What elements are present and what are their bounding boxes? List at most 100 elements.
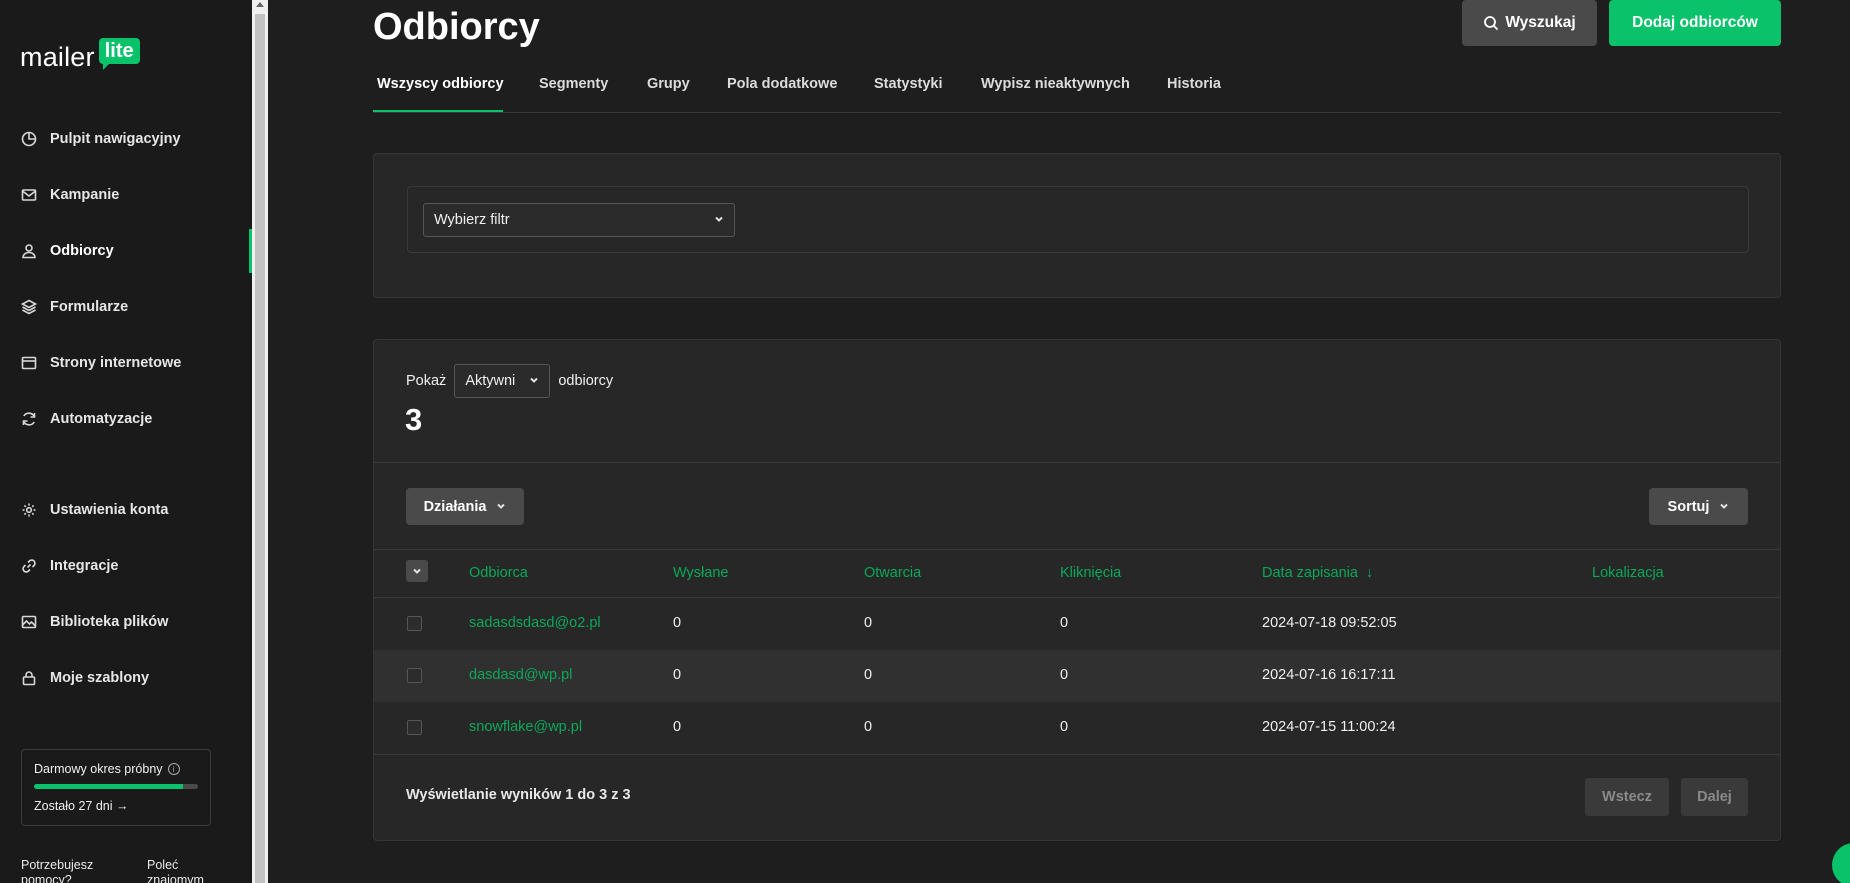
logo-word: mailer	[20, 42, 95, 72]
page-title: Odbiorcy	[373, 6, 540, 48]
filter-placeholder: Wybierz filtr	[434, 212, 510, 228]
filter-container: Wybierz filtr	[407, 186, 1749, 253]
chat-widget-button[interactable]	[1832, 843, 1850, 883]
tab-unsubscribe-inactive[interactable]: Wypisz nieaktywnych	[981, 72, 1130, 113]
show-label: Pokaż	[406, 373, 447, 389]
select-all-checkbox[interactable]	[406, 560, 428, 582]
sidebar: mailer lite Pulpit nawigacyjny Kampanie …	[0, 0, 252, 883]
status-select[interactable]: Aktywni	[454, 364, 551, 398]
divider	[374, 462, 1780, 463]
column-header-subscribed-date[interactable]: Data zapisania ↓	[1262, 565, 1373, 581]
column-header-opens[interactable]: Otwarcia	[864, 565, 921, 581]
sidebar-item-label: Integracje	[50, 558, 119, 574]
tab-custom-fields[interactable]: Pola dodatkowe	[727, 72, 837, 113]
sort-label: Sortuj	[1667, 498, 1710, 515]
image-icon	[20, 613, 38, 631]
mail-icon	[20, 186, 38, 204]
tab-history[interactable]: Historia	[1167, 72, 1221, 113]
row-email[interactable]: dasdasd@wp.pl	[469, 667, 572, 683]
table-row[interactable]: snowflake@wp.pl 0 0 0 2024-07-15 11:00:2…	[374, 702, 1780, 754]
sidebar-item-automations[interactable]: Automatyzacje	[20, 405, 152, 433]
row-clicks: 0	[1060, 615, 1069, 631]
sidebar-item-file-library[interactable]: Biblioteka plików	[20, 608, 168, 636]
row-clicks: 0	[1060, 667, 1069, 683]
trial-title-text: Darmowy okres próbny	[34, 762, 163, 776]
column-header-subscriber[interactable]: Odbiorca	[469, 565, 528, 581]
row-sent: 0	[673, 615, 682, 631]
row-checkbox[interactable]	[407, 616, 422, 631]
sidebar-item-label: Biblioteka plików	[50, 614, 169, 630]
dashboard-icon	[20, 130, 38, 148]
sort-button[interactable]: Sortuj	[1649, 488, 1748, 525]
row-email[interactable]: snowflake@wp.pl	[469, 719, 582, 735]
row-date: 2024-07-16 16:17:11	[1262, 667, 1396, 683]
sidebar-item-templates[interactable]: Moje szablony	[20, 664, 149, 692]
scrollbar-thumb[interactable]	[255, 14, 265, 883]
sidebar-item-websites[interactable]: Strony internetowe	[20, 349, 181, 377]
filter-select[interactable]: Wybierz filtr	[423, 203, 735, 237]
search-button[interactable]: Wyszukaj	[1462, 0, 1597, 46]
sidebar-item-forms[interactable]: Formularze	[20, 293, 128, 321]
layers-icon	[20, 298, 38, 316]
sidebar-item-label: Kampanie	[50, 187, 120, 203]
sidebar-item-dashboard[interactable]: Pulpit nawigacyjny	[20, 125, 181, 153]
divider	[374, 754, 1780, 755]
search-icon	[1484, 16, 1499, 31]
show-suffix: odbiorcy	[558, 373, 614, 389]
column-header-subscribed-date-label: Data zapisania	[1262, 565, 1358, 581]
pagination-text: Wyświetlanie wyników 1 do 3 z 3	[406, 787, 631, 803]
column-header-clicks[interactable]: Kliknięcia	[1060, 565, 1121, 581]
chevron-down-icon	[714, 212, 724, 228]
sidebar-item-label: Odbiorcy	[50, 243, 114, 259]
filter-card: Wybierz filtr	[373, 153, 1781, 298]
actions-label: Działania	[423, 498, 487, 515]
tab-segments[interactable]: Segmenty	[539, 72, 608, 113]
tab-groups[interactable]: Grupy	[647, 72, 690, 113]
subscriber-count: 3	[405, 402, 423, 437]
sidebar-item-integrations[interactable]: Integracje	[20, 552, 119, 580]
info-icon[interactable]: i	[167, 763, 180, 775]
trial-box[interactable]: Darmowy okres próbny i Zostało 27 dni →	[21, 749, 211, 826]
help-link[interactable]: Potrzebujesz pomocy?	[21, 858, 111, 883]
mailerlite-logo[interactable]: mailer lite	[20, 36, 140, 72]
chevron-down-icon	[1719, 499, 1729, 515]
browser-icon	[20, 354, 38, 372]
table-row[interactable]: dasdasd@wp.pl 0 0 0 2024-07-16 16:17:11	[374, 650, 1780, 702]
refer-link[interactable]: Poleć znajomym	[147, 858, 237, 883]
column-header-location[interactable]: Lokalizacja	[1592, 565, 1664, 581]
sidebar-item-label: Moje szablony	[50, 670, 150, 686]
row-sent: 0	[673, 719, 682, 735]
table-row[interactable]: sadasdsdasd@o2.pl 0 0 0 2024-07-18 09:52…	[374, 598, 1780, 650]
refresh-icon	[20, 410, 38, 428]
next-button[interactable]: Dalej	[1681, 778, 1748, 816]
tab-all-subscribers[interactable]: Wszyscy odbiorcy	[377, 72, 504, 113]
column-header-sent[interactable]: Wysłane	[673, 565, 728, 581]
help-row: Potrzebujesz pomocy? Poleć znajomym	[21, 858, 237, 883]
prev-button[interactable]: Wstecz	[1585, 778, 1669, 816]
row-opens: 0	[864, 719, 873, 735]
trial-remaining[interactable]: Zostało 27 dni →	[34, 799, 198, 813]
chevron-down-icon	[529, 373, 539, 389]
sidebar-item-campaigns[interactable]: Kampanie	[20, 181, 119, 209]
sidebar-item-label: Ustawienia konta	[50, 502, 169, 518]
row-checkbox[interactable]	[407, 720, 422, 735]
row-checkbox[interactable]	[407, 668, 422, 683]
link-icon	[20, 557, 38, 575]
user-icon	[20, 242, 38, 260]
row-opens: 0	[864, 615, 873, 631]
show-row: Pokaż Aktywni odbiorcy	[406, 364, 613, 398]
divider	[374, 549, 1780, 550]
sidebar-item-subscribers[interactable]: Odbiorcy	[20, 237, 114, 265]
scroll-up-arrow-icon[interactable]	[256, 2, 264, 7]
row-opens: 0	[864, 667, 873, 683]
actions-button[interactable]: Działania	[406, 488, 524, 525]
trial-title: Darmowy okres próbny i	[34, 762, 198, 776]
sidebar-item-account-settings[interactable]: Ustawienia konta	[20, 496, 168, 524]
add-subscribers-button[interactable]: Dodaj odbiorców	[1609, 0, 1781, 46]
tab-statistics[interactable]: Statystyki	[874, 72, 943, 113]
row-date: 2024-07-15 11:00:24	[1262, 719, 1396, 735]
lock-icon	[20, 669, 38, 687]
status-value: Aktywni	[465, 373, 516, 389]
gear-icon	[20, 501, 38, 519]
row-email[interactable]: sadasdsdasd@o2.pl	[469, 615, 601, 631]
